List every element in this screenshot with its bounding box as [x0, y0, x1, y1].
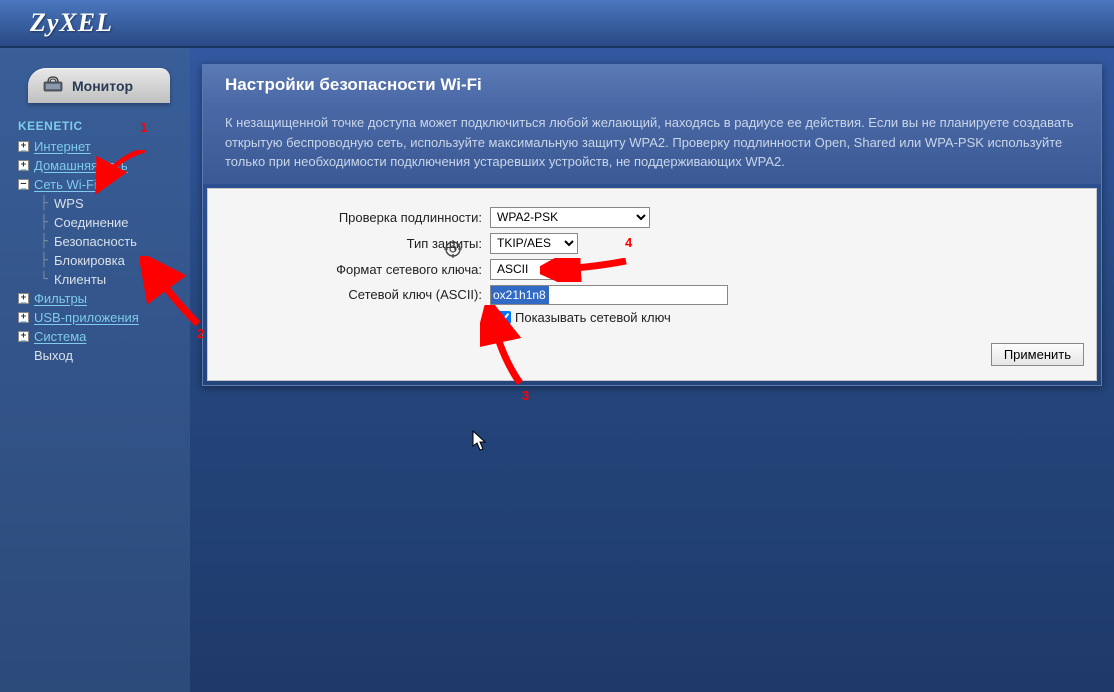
- collapse-icon[interactable]: –: [18, 179, 29, 190]
- auth-select[interactable]: WPA2-PSK: [490, 207, 650, 228]
- nav-sub-wps[interactable]: ├WPS: [40, 194, 190, 213]
- sidebar: Монитор KEENETIC + Интернет + Домашняя с…: [0, 48, 190, 692]
- nav-item-home-net[interactable]: + Домашняя сеть: [18, 156, 190, 175]
- nav-sub-security[interactable]: ├Безопасность: [40, 232, 190, 251]
- nav-item-filters[interactable]: + Фильтры: [18, 289, 190, 308]
- key-label: Сетевой ключ (ASCII):: [220, 287, 490, 302]
- show-key-label: Показывать сетевой ключ: [515, 310, 671, 325]
- protection-label: Тип защиты:: [220, 236, 490, 251]
- nav-tree: KEENETIC + Интернет + Домашняя сеть – Се…: [0, 119, 190, 365]
- expand-icon[interactable]: +: [18, 331, 29, 342]
- auth-label: Проверка подлинности:: [220, 210, 490, 225]
- expand-icon[interactable]: +: [18, 293, 29, 304]
- panel-title: Настройки безопасности Wi-Fi: [203, 65, 1101, 105]
- expand-icon[interactable]: +: [18, 312, 29, 323]
- settings-panel: Настройки безопасности Wi-Fi К незащищен…: [202, 64, 1102, 386]
- key-format-label: Формат сетевого ключа:: [220, 262, 490, 277]
- nav-item-wifi[interactable]: – Сеть Wi-Fi: [18, 175, 190, 194]
- panel-description: К незащищенной точке доступа может подкл…: [203, 105, 1101, 184]
- monitor-icon: [42, 76, 64, 95]
- nav-item-usb[interactable]: + USB-приложения: [18, 308, 190, 327]
- protection-select[interactable]: TKIP/AES: [490, 233, 578, 254]
- panel-body: Проверка подлинности: WPA2-PSK Тип защит…: [207, 188, 1097, 381]
- network-key-input[interactable]: [490, 285, 728, 305]
- logo: ZyXEL: [30, 8, 113, 38]
- expand-icon[interactable]: +: [18, 141, 29, 152]
- monitor-tab[interactable]: Монитор: [28, 68, 170, 103]
- monitor-label: Монитор: [72, 78, 133, 94]
- key-format-select[interactable]: ASCII: [490, 259, 554, 280]
- main-panel-area: Настройки безопасности Wi-Fi К незащищен…: [190, 48, 1114, 692]
- content-area: Монитор KEENETIC + Интернет + Домашняя с…: [0, 48, 1114, 692]
- nav-sub-connection[interactable]: ├Соединение: [40, 213, 190, 232]
- expand-icon[interactable]: +: [18, 160, 29, 171]
- apply-button[interactable]: Применить: [991, 343, 1084, 366]
- nav-root: KEENETIC: [18, 119, 190, 133]
- nav-item-exit[interactable]: Выход: [34, 346, 190, 365]
- nav-sub-block[interactable]: ├Блокировка: [40, 251, 190, 270]
- show-key-checkbox[interactable]: [498, 311, 511, 324]
- header: ZyXEL: [0, 0, 1114, 48]
- nav-item-internet[interactable]: + Интернет: [18, 137, 190, 156]
- nav-sub-clients[interactable]: └Клиенты: [40, 270, 190, 289]
- nav-item-system[interactable]: + Система: [18, 327, 190, 346]
